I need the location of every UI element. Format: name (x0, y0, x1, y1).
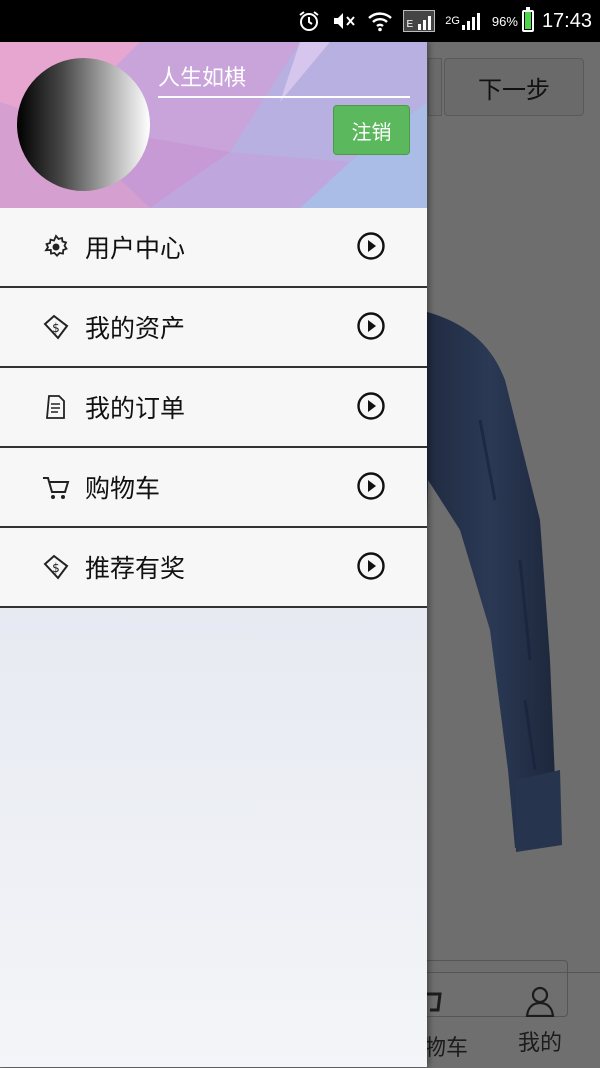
menu-item-my-orders[interactable]: 我的订单 (0, 368, 427, 448)
money-tag-icon: $ (43, 554, 69, 580)
avatar[interactable] (17, 58, 150, 191)
menu-item-label: 购物车 (85, 474, 161, 503)
network-label: 2G (445, 15, 460, 27)
svg-text:$: $ (52, 561, 60, 575)
menu-item-label: 推荐有奖 (85, 554, 186, 583)
menu-item-my-assets[interactable]: $ 我的资产 (0, 288, 427, 368)
logout-button[interactable]: 注销 (333, 105, 410, 155)
play-circle-icon (357, 472, 385, 500)
alarm-icon (297, 9, 321, 33)
signal-e-icon: E (402, 10, 436, 32)
gear-icon (44, 234, 68, 258)
menu-item-user-center[interactable]: 用户中心 (0, 208, 427, 288)
play-circle-icon (357, 392, 385, 420)
menu-item-label: 我的资产 (85, 314, 186, 343)
clock: 17:43 (541, 9, 592, 32)
shirt-image (420, 310, 562, 852)
money-tag-icon: $ (43, 314, 69, 340)
background-button-edge (428, 58, 442, 116)
signal-2g-icon: 2G (445, 12, 480, 30)
cart-icon (43, 477, 70, 499)
cart-tab-icon (424, 990, 444, 1014)
battery-percent: 96% (491, 13, 518, 29)
svg-text:$: $ (52, 321, 60, 335)
wifi-icon (367, 10, 393, 32)
username-label: 人生如棋 (158, 62, 410, 98)
drawer-header: 人生如棋 注销 (0, 42, 427, 208)
me-tab-label: 我的 (517, 1031, 562, 1056)
battery-icon (521, 7, 534, 32)
menu-item-label: 我的订单 (85, 394, 186, 423)
play-circle-icon (357, 232, 385, 260)
document-icon (46, 395, 65, 419)
drawer-menu: 用户中心 $ 我的资产 我的订单 购物车 $ 推荐有奖 (0, 208, 427, 608)
menu-item-referral-reward[interactable]: $ 推荐有奖 (0, 528, 427, 608)
menu-item-cart[interactable]: 购物车 (0, 448, 427, 528)
cart-tab-label[interactable]: 物车 (424, 1030, 468, 1062)
mute-icon (331, 9, 357, 33)
play-circle-icon (357, 312, 385, 340)
next-step-button[interactable]: 下一步 (444, 58, 584, 116)
navigation-drawer: 人生如棋 注销 用户中心 $ 我的资产 我的订单 购物车 $ 推荐有奖 (0, 42, 427, 1067)
status-bar: E 2G 96% 17:43 (0, 0, 600, 42)
person-icon (525, 986, 555, 1018)
play-circle-icon (357, 552, 385, 580)
menu-item-label: 用户中心 (85, 234, 186, 263)
me-tab[interactable]: 我的 (512, 985, 568, 1057)
